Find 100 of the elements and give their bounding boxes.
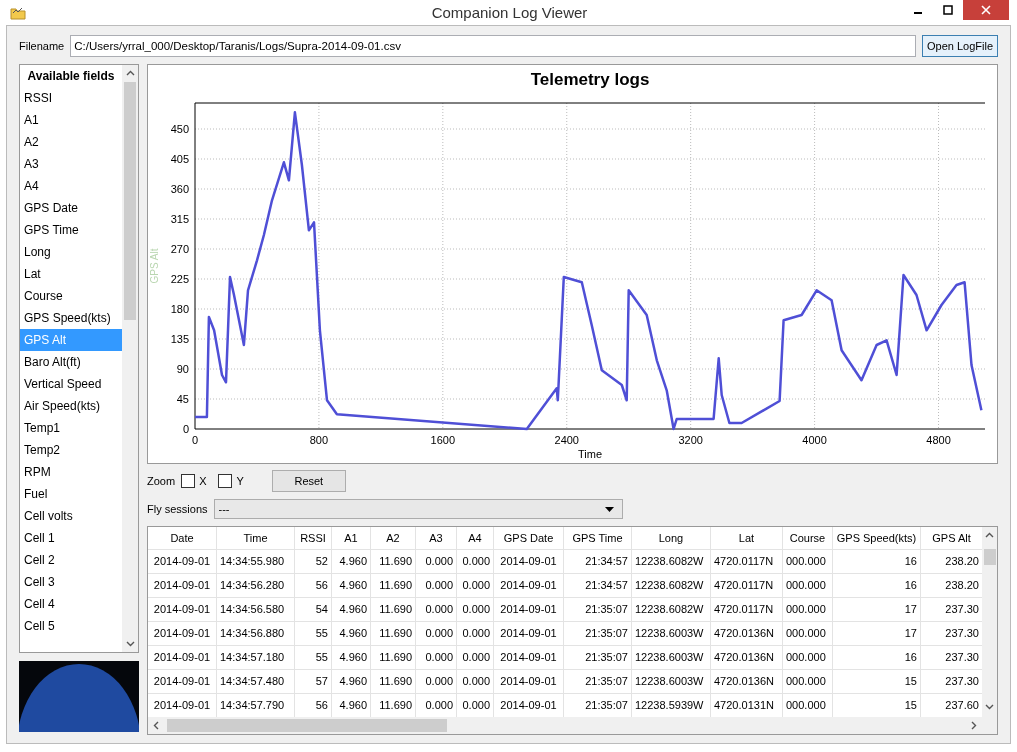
field-item[interactable]: Vertical Speed [20,373,122,395]
fly-sessions-label: Fly sessions [147,503,208,515]
scrollbar-thumb[interactable] [124,82,136,320]
field-item[interactable]: Temp1 [20,417,122,439]
table-cell: 0.000 [416,622,457,645]
scrollbar-thumb[interactable] [167,719,447,732]
y-axis-label: GPS Alt [149,248,160,284]
x-tick-label: 2400 [554,434,579,446]
field-item[interactable]: Cell 1 [20,527,122,549]
column-header[interactable]: Lat [711,527,783,549]
field-item[interactable]: Course [20,285,122,307]
field-item[interactable]: A3 [20,153,122,175]
field-item[interactable]: RPM [20,461,122,483]
table-cell: 14:34:56.580 [217,598,295,621]
table-cell: 000.000 [783,670,833,693]
column-header[interactable]: A1 [332,527,371,549]
table-cell: 16 [833,550,921,573]
field-item[interactable]: GPS Speed(kts) [20,307,122,329]
column-header[interactable]: A4 [457,527,494,549]
field-item[interactable]: Cell volts [20,505,122,527]
table-cell: 000.000 [783,598,833,621]
table-cell: 21:34:57 [564,574,632,597]
table-cell: 2014-09-01 [494,598,564,621]
field-item[interactable]: Air Speed(kts) [20,395,122,417]
table-cell: 0.000 [457,670,494,693]
table-cell: 4720.0117N [711,574,783,597]
folder-icon [10,5,26,20]
column-header[interactable]: A2 [371,527,416,549]
checkbox[interactable] [181,474,196,488]
y-tick-label: 180 [170,303,189,315]
close-icon [981,5,991,15]
column-header[interactable]: Time [217,527,295,549]
field-item[interactable]: Temp2 [20,439,122,461]
field-item[interactable]: Long [20,241,122,263]
column-header[interactable]: GPS Date [494,527,564,549]
field-item[interactable]: Lat [20,263,122,285]
field-item[interactable]: Baro Alt(ft) [20,351,122,373]
y-tick-label: 360 [170,183,189,195]
table-cell: 000.000 [783,574,833,597]
column-header[interactable]: Course [783,527,833,549]
filename-label: Filename [19,40,65,52]
table-cell: 12238.6003W [632,670,711,693]
field-item[interactable]: Cell 3 [20,571,122,593]
vertical-scrollbar[interactable] [122,65,138,652]
table-cell: 2014-09-01 [494,574,564,597]
table-cell: 14:34:55.980 [217,550,295,573]
horizontal-scrollbar[interactable] [148,717,982,734]
table-cell: 0.000 [416,670,457,693]
table-cell: 4.960 [332,574,371,597]
table-cell: 2014-09-01 [494,622,564,645]
column-header[interactable]: Date [148,527,217,549]
table-cell: 0.000 [416,598,457,621]
table-cell: 11.690 [371,622,416,645]
x-tick-label: 4000 [802,434,827,446]
table-cell: 4.960 [332,598,371,621]
sessions-dropdown[interactable]: --- [213,499,623,519]
table-cell: 4.960 [332,550,371,573]
field-item[interactable]: Cell 2 [20,549,122,571]
maximize-icon [943,5,953,15]
field-item[interactable]: Cell 5 [20,615,122,637]
table-cell: 56 [295,574,332,597]
open-logfile-button[interactable]: Open LogFile [921,35,998,57]
filename-field[interactable]: C:/Users/yrral_000/Desktop/Taranis/Logs/Supra-2014-09-01.csv [70,35,916,57]
table-cell: 000.000 [783,646,833,669]
reset-button[interactable]: Reset [271,470,346,492]
column-header[interactable]: RSSI [295,527,332,549]
scrollbar-thumb[interactable] [983,549,996,565]
column-header[interactable]: GPS Speed(kts) [833,527,921,549]
table-cell: 2014-09-01 [494,550,564,573]
table-cell: 12238.6082W [632,550,711,573]
field-item[interactable]: GPS Date [20,197,122,219]
field-item[interactable]: RSSI [20,87,122,109]
table-cell: 4720.0117N [711,550,783,573]
table-cell: 0.000 [457,622,494,645]
table-cell: 4720.0136N [711,670,783,693]
column-header[interactable]: Long [632,527,711,549]
field-item[interactable]: A1 [20,109,122,131]
field-item[interactable]: GPS Time [20,219,122,241]
table-cell: 17 [833,622,921,645]
checkbox-label: Y [236,475,244,487]
table-cell: 0.000 [457,550,494,573]
table-cell: 4.960 [332,622,371,645]
field-item[interactable]: A4 [20,175,122,197]
vertical-scrollbar[interactable] [982,527,997,734]
field-item[interactable]: A2 [20,131,122,153]
y-tick-label: 225 [170,273,189,285]
table-cell: 2014-09-01 [494,646,564,669]
column-header[interactable]: A3 [416,527,457,549]
field-item[interactable]: Cell 4 [20,593,122,615]
table-cell: 4.960 [332,670,371,693]
table-cell: 000.000 [783,550,833,573]
field-item[interactable]: Fuel [20,483,122,505]
column-header[interactable]: GPS Time [564,527,632,549]
table-cell: 12238.6003W [632,622,711,645]
checkbox-label: X [199,475,207,487]
y-tick-label: 45 [176,393,189,405]
table-cell: 17 [833,598,921,621]
checkbox[interactable] [218,474,233,488]
table-cell: 4720.0136N [711,622,783,645]
table-cell: 4720.0117N [711,598,783,621]
